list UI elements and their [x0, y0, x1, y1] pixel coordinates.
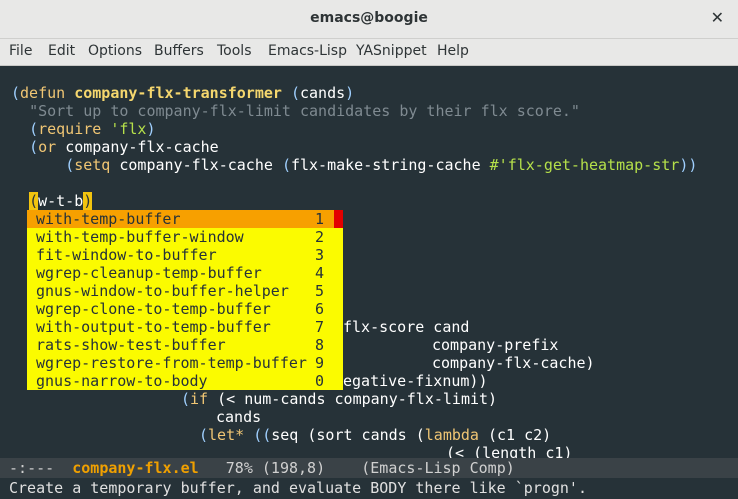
window-title: emacs@boogie [310, 10, 428, 26]
completion-item[interactable]: gnus-window-to-buffer-helper 5 [27, 282, 343, 300]
menu-edit[interactable]: Edit [48, 43, 75, 59]
completion-item[interactable]: wgrep-clone-to-temp-buffer 6 [27, 300, 343, 318]
code-line-cursor: (w-t-b) [29, 192, 93, 210]
completion-item[interactable]: with-temp-buffer-window 2 [27, 228, 343, 246]
code-fragment-4: egative-fixnum)) [343, 372, 488, 390]
code-fragment-2: company-prefix [432, 336, 559, 354]
completion-item[interactable]: wgrep-cleanup-temp-buffer 4 [27, 264, 343, 282]
code-line-1: (defun company-flx-transformer (cands) [11, 84, 355, 102]
menu-emacs-lisp[interactable]: Emacs-Lisp [268, 43, 347, 59]
completion-item[interactable]: rats-show-test-buffer 8 [27, 336, 343, 354]
code-line-5: (setq company-flx-cache (flx-make-string… [65, 156, 698, 174]
completion-item[interactable]: wgrep-restore-from-temp-buffer 9 [27, 354, 343, 372]
completion-item[interactable]: with-output-to-temp-buffer 7 [27, 318, 343, 336]
completion-popup[interactable]: with-temp-buffer 1 with-temp-buffer-windo… [27, 210, 343, 390]
code-line-cands: cands [216, 408, 262, 426]
code-fragment-3: company-flx-cache) [432, 354, 595, 372]
menu-tools[interactable]: Tools [217, 43, 252, 59]
echo-area: Create a temporary buffer, and evaluate … [0, 478, 738, 499]
code-editor[interactable]: (defun company-flx-transformer (cands) "… [0, 66, 738, 458]
code-line-2: "Sort up to company-flx-limit candidates… [29, 102, 580, 120]
scrollbar-thumb[interactable] [334, 210, 343, 228]
menu-yasnippet[interactable]: YASnippet [356, 43, 427, 59]
close-icon[interactable]: ✕ [711, 8, 724, 27]
code-line-3: (require 'flx) [29, 120, 156, 138]
code-line-length: (< (length c1) [446, 444, 573, 458]
menu-buffers[interactable]: Buffers [154, 43, 204, 59]
mode-line: -:--- company-flx.el 78% (198,8) (Emacs-… [0, 458, 738, 478]
code-line-let: (let* ((seq (sort cands (lambda (c1 c2) [199, 426, 552, 444]
completion-item[interactable]: fit-window-to-buffer 3 [27, 246, 343, 264]
menu-options[interactable]: Options [88, 43, 142, 59]
code-line-4: (or company-flx-cache [29, 138, 219, 156]
code-line-if: (if (< num-cands company-flx-limit) [181, 390, 498, 408]
buffer-name[interactable]: company-flx.el [72, 459, 198, 477]
title-bar: emacs@boogie ✕ [0, 0, 738, 39]
completion-item[interactable]: with-temp-buffer 1 [27, 210, 343, 228]
completion-item[interactable]: gnus-narrow-to-body 0 [27, 372, 343, 390]
menu-help[interactable]: Help [437, 43, 469, 59]
menu-file[interactable]: File [9, 43, 32, 59]
code-fragment-1: flx-score cand [343, 318, 470, 336]
menu-bar: File Edit Options Buffers Tools Emacs-Li… [0, 39, 738, 66]
